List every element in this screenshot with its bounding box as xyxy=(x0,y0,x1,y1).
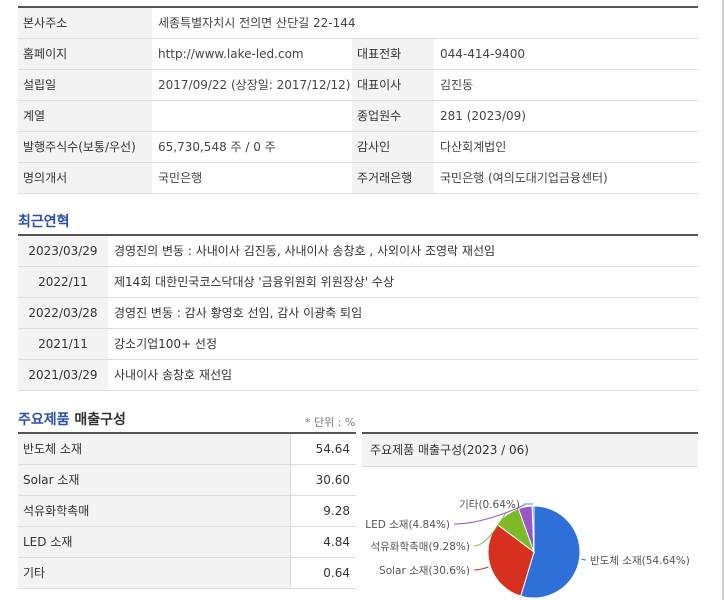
history-row: 2023/03/29 경영진의 변동 : 사내이사 김진동, 사내이사 송창호 ,… xyxy=(18,234,698,267)
info-label: 본사주소 xyxy=(18,6,152,39)
product-share: 30.60 xyxy=(289,464,356,496)
pie-label: LED 소재(4.84%) xyxy=(365,519,450,531)
product-share: 54.64 xyxy=(289,432,356,465)
product-row: 기타 0.64 xyxy=(18,557,356,589)
info-value: 세종특별자치시 전의면 산단길 22-144 xyxy=(152,6,699,39)
product-name: 석유화학촉매 xyxy=(18,495,290,527)
history-date: 2021/03/29 xyxy=(18,359,108,391)
history-row: 2021/03/29 사내이사 송창호 재선임 xyxy=(18,359,698,391)
info-value: 281 (2023/09) xyxy=(434,100,699,132)
sales-composition-chart-panel: 주요제품 매출구성(2023 / 06) 반도체 소재(54.64%) Solar… xyxy=(362,432,698,600)
product-share: 9.28 xyxy=(289,495,356,527)
history-row: 2022/11 제14회 대한민국코스닥대상 '금융위원회 위원장상' 수상 xyxy=(18,266,698,298)
pie-label: 기타(0.64%) xyxy=(459,499,520,511)
history-text: 강소기업100+ 선정 xyxy=(108,328,698,360)
info-value: 2017/09/22 (상장일: 2017/12/12) xyxy=(152,69,352,101)
homepage-link[interactable]: http://www.lake-led.com xyxy=(152,38,352,70)
pie-chart: 반도체 소재(54.64%) Solar 소재(30.6%) 석유화학촉매(9.28… xyxy=(365,499,690,599)
pie-leader-line xyxy=(473,566,489,571)
history-text: 경영진의 변동 : 사내이사 김진동, 사내이사 송창호 , 사외이사 조영락 … xyxy=(108,234,698,267)
info-label: 명의개서 xyxy=(18,162,152,194)
products-section-title: 주요제품 매출구성 xyxy=(18,409,126,429)
products-title-main: 주요제품 xyxy=(18,412,70,428)
products-title-sub: 매출구성 xyxy=(74,412,126,428)
product-name: LED 소재 xyxy=(18,526,290,558)
product-row: LED 소재 4.84 xyxy=(18,526,356,558)
company-info-table: 본사주소 세종특별자치시 전의면 산단길 22-144 홈페이지 http://www… xyxy=(18,6,699,194)
history-text: 경영진 변동 : 감사 황영호 선임, 감사 이광축 퇴임 xyxy=(108,297,698,329)
info-value: 국민은행 xyxy=(152,162,352,194)
history-section-title: 최근연혁 xyxy=(18,214,70,230)
history-text: 제14회 대한민국코스닥대상 '금융위원회 위원장상' 수상 xyxy=(108,266,698,298)
info-row: 홈페이지 http://www.lake-led.com 대표전화 044-414-9… xyxy=(18,38,699,70)
info-value: 65,730,548 주 / 0 주 xyxy=(152,131,352,163)
product-name: Solar 소재 xyxy=(18,464,290,496)
info-label: 발행주식수(보통/우선) xyxy=(18,131,152,163)
info-label: 대표이사 xyxy=(352,69,434,101)
history-row: 2022/03/28 경영진 변동 : 감사 황영호 선임, 감사 이광축 퇴임 xyxy=(18,297,698,329)
product-row: 석유화학촉매 9.28 xyxy=(18,495,356,527)
history-text: 사내이사 송창호 재선임 xyxy=(108,359,698,391)
product-name: 반도체 소재 xyxy=(18,432,290,465)
history-date: 2022/03/28 xyxy=(18,297,108,329)
info-value xyxy=(152,100,352,132)
product-row: 반도체 소재 54.64 xyxy=(18,432,356,465)
info-label: 감사인 xyxy=(352,131,434,163)
info-value: 김진동 xyxy=(434,69,699,101)
info-row: 발행주식수(보통/우선) 65,730,548 주 / 0 주 감사인 다산회계법인 xyxy=(18,131,699,163)
pie-leader-line xyxy=(581,558,587,561)
info-label: 대표전화 xyxy=(352,38,434,70)
pie-label: Solar 소재(30.6%) xyxy=(379,565,470,577)
pie-label: 반도체 소재(54.64%) xyxy=(590,555,690,567)
info-value: 다산회계법인 xyxy=(434,131,699,163)
info-label: 종업원수 xyxy=(352,100,434,132)
history-row: 2021/11 강소기업100+ 선정 xyxy=(18,328,698,360)
info-row: 명의개서 국민은행 주거래은행 국민은행 (여의도대기업금융센터) xyxy=(18,162,699,194)
info-row: 계열 종업원수 281 (2023/09) xyxy=(18,100,699,132)
info-value: 044-414-9400 xyxy=(434,38,699,70)
products-table: 반도체 소재 54.64 Solar 소재 30.60 석유화학촉매 9.28 LED 소재… xyxy=(18,432,356,589)
pie-label: 석유화학촉매(9.28%) xyxy=(370,541,470,553)
info-label: 홈페이지 xyxy=(18,38,152,70)
history-date: 2022/11 xyxy=(18,266,108,298)
product-row: Solar 소재 30.60 xyxy=(18,464,356,496)
info-row: 설립일 2017/09/22 (상장일: 2017/12/12) 대표이사 김진동 xyxy=(18,69,699,101)
info-value: 국민은행 (여의도대기업금융센터) xyxy=(434,162,699,194)
unit-note: * 단위 : % xyxy=(305,416,356,429)
history-date: 2023/03/29 xyxy=(18,234,108,267)
info-label: 설립일 xyxy=(18,69,152,101)
product-share: 0.64 xyxy=(289,557,356,589)
product-share: 4.84 xyxy=(289,526,356,558)
info-label: 계열 xyxy=(18,100,152,132)
history-table: 2023/03/29 경영진의 변동 : 사내이사 김진동, 사내이사 송창호 ,… xyxy=(18,234,698,391)
info-row: 본사주소 세종특별자치시 전의면 산단길 22-144 xyxy=(18,6,699,39)
history-date: 2021/11 xyxy=(18,328,108,360)
product-name: 기타 xyxy=(18,557,290,589)
info-label: 주거래은행 xyxy=(352,162,434,194)
